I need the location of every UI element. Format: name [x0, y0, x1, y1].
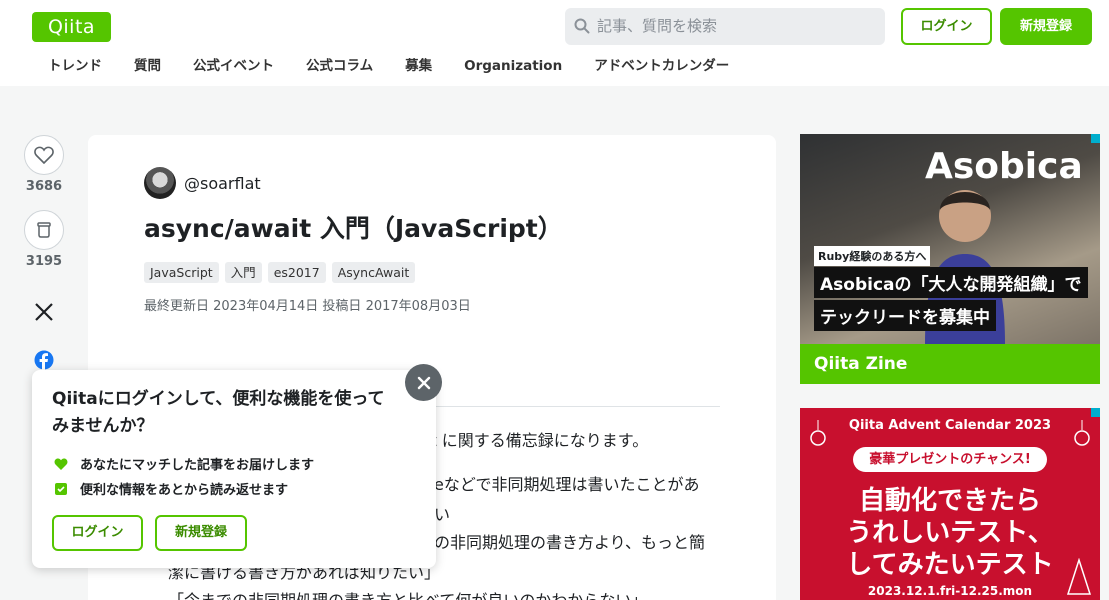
nav-advent-calendar[interactable]: アドベントカレンダー: [594, 56, 729, 78]
tag-list: JavaScript 入門 es2017 AsyncAwait: [144, 262, 421, 283]
heart-icon: [54, 457, 68, 470]
article-actions: 3686 3195: [20, 135, 68, 269]
global-nav: トレンド 質問 公式イベント 公式コラム 募集 Organization アドベ…: [32, 56, 745, 78]
ad-headline: してみたいテスト: [846, 550, 1054, 580]
likes-count: 3686: [25, 179, 63, 194]
stock-button[interactable]: [24, 210, 64, 250]
ad-title: Qiita Advent Calendar 2023: [848, 418, 1052, 433]
body-line: 「今までの非同期処理の書き方と比べて何が良いのかわからない」: [168, 587, 647, 600]
popup-feature-item: あなたにマッチした記事をお届けします: [54, 454, 314, 473]
like-button[interactable]: [24, 135, 64, 175]
tag-intro[interactable]: 入門: [224, 262, 262, 283]
body-line: い: [434, 505, 451, 524]
ad-banner-asobica[interactable]: ∞ Asobica Ruby経験のある方へ Asobicaの「大人な開発組織」で…: [800, 134, 1100, 384]
popup-login-button[interactable]: ログイン: [52, 515, 143, 551]
signup-button[interactable]: 新規登録: [1000, 8, 1092, 45]
nav-official-columns[interactable]: 公式コラム: [306, 56, 373, 78]
avatar[interactable]: [144, 167, 176, 199]
qiita-zine-label: Qiita Zine: [800, 344, 1100, 384]
close-popup-button[interactable]: [405, 364, 442, 401]
login-button[interactable]: ログイン: [901, 8, 992, 45]
tree-icon: [1066, 558, 1092, 595]
body-line: it に関する備忘録になります。: [426, 431, 649, 450]
ad-headline: テックリードを募集中: [814, 300, 996, 331]
ad-headline: Asobicaの「大人な開発組織」で: [814, 267, 1088, 298]
heart-icon: [34, 146, 54, 164]
stock-icon: [37, 222, 51, 238]
ornament-icon: [810, 420, 826, 446]
qiita-logo[interactable]: Qiita: [32, 12, 111, 42]
tag-es2017[interactable]: es2017: [267, 262, 326, 283]
article-title: async/await 入門（JavaScript）: [144, 214, 563, 243]
article-dates: 最終更新日 2023年04月14日 投稿日 2017年08月03日: [144, 299, 471, 314]
stock-icon: [55, 482, 67, 495]
close-icon: [417, 376, 430, 389]
search-box[interactable]: 記事、質問を検索: [565, 8, 885, 45]
ad-period: 2023.12.1.fri-12.25.mon: [867, 584, 1033, 598]
tag-asyncawait[interactable]: AsyncAwait: [331, 262, 416, 283]
ad-choices-icon[interactable]: [1091, 408, 1100, 417]
site-header: Qiita 記事、質問を検索 ログイン 新規登録 トレンド 質問 公式イベント …: [0, 0, 1109, 86]
body-line: の非同期処理の書き方より、もっと簡: [434, 533, 706, 552]
ad-badge: 豪華プレゼントのチャンス!: [853, 447, 1047, 472]
ad-choices-icon[interactable]: [1091, 134, 1100, 143]
popup-title: Qiitaにログインして、便利な機能を使ってみませんか？: [52, 389, 385, 436]
login-prompt-popup: Qiitaにログインして、便利な機能を使ってみませんか？ あなたにマッチした記事…: [32, 370, 436, 568]
nav-recruit[interactable]: 募集: [405, 56, 432, 78]
facebook-share-icon[interactable]: [34, 350, 54, 370]
popup-feature-text: あなたにマッチした記事をお届けします: [80, 458, 315, 473]
search-icon: [574, 18, 590, 34]
nav-trend[interactable]: トレンド: [48, 56, 102, 78]
nav-official-events[interactable]: 公式イベント: [193, 56, 274, 78]
ad-tagline: Ruby経験のある方へ: [814, 246, 931, 266]
x-share-icon[interactable]: [34, 302, 54, 322]
author[interactable]: @soarflat: [144, 167, 261, 199]
author-name[interactable]: @soarflat: [184, 174, 261, 193]
tag-javascript[interactable]: JavaScript: [144, 262, 219, 283]
search-placeholder: 記事、質問を検索: [597, 17, 718, 35]
popup-feature-item: 便利な情報をあとから読み返せます: [54, 479, 288, 498]
popup-signup-button[interactable]: 新規登録: [155, 515, 247, 551]
nav-questions[interactable]: 質問: [134, 56, 161, 78]
nav-organization[interactable]: Organization: [464, 56, 562, 78]
ad-banner-advent-calendar[interactable]: Qiita Advent Calendar 2023 豪華プレゼントのチャンス!…: [800, 408, 1100, 600]
ad-brand: Asobica: [925, 146, 1083, 187]
popup-feature-text: 便利な情報をあとから読み返せます: [80, 483, 289, 498]
ornament-icon: [1074, 420, 1090, 446]
stocks-count: 3195: [25, 254, 63, 269]
body-line: eなどで非同期処理は書いたことがあ: [434, 475, 700, 494]
